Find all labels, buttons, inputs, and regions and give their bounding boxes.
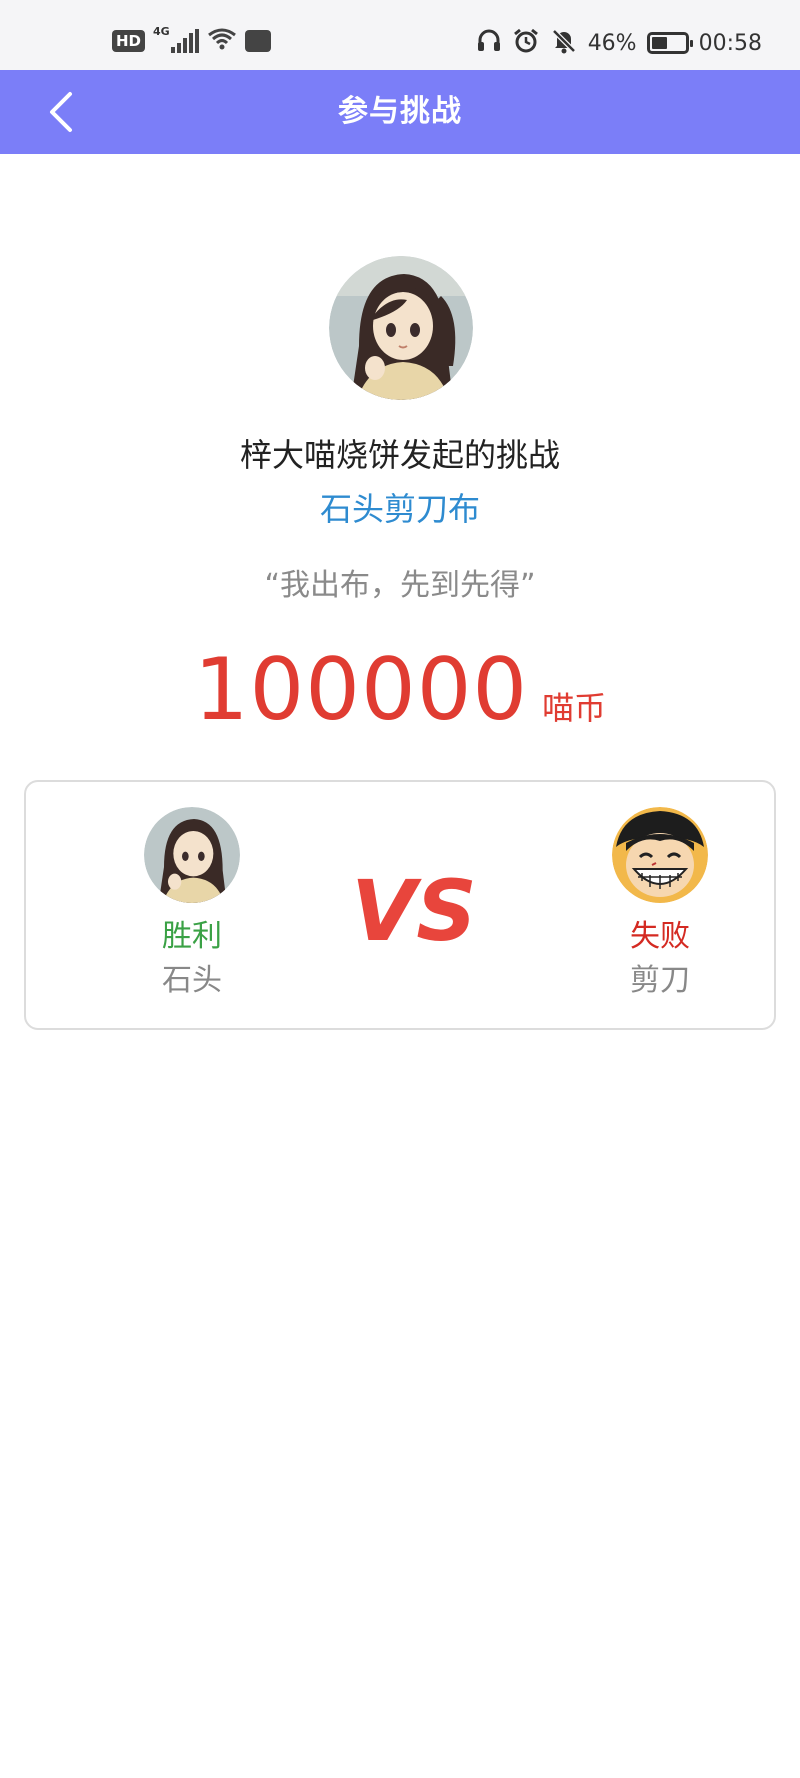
challenge-page: HD 4G 46% 00:58 参与挑战 梓大喵烧饼发起的挑战 石头剪刀布 “我…: [0, 0, 800, 1778]
vs-label: VS: [351, 862, 477, 960]
network-type-label: 4G: [153, 25, 170, 38]
status-bar: HD 4G 46% 00:58: [0, 0, 800, 70]
player-right-move: 剪刀: [630, 963, 690, 998]
game-name[interactable]: 石头剪刀布: [0, 484, 800, 530]
player-left-avatar: [144, 807, 240, 903]
hd-icon: HD: [112, 30, 146, 52]
status-right: 46% 00:58: [476, 26, 762, 60]
battery-percent: 46%: [587, 30, 637, 56]
versus-card: 胜利 石头 VS 失败 剪刀: [24, 780, 776, 1030]
stake-unit: 喵币: [542, 689, 607, 727]
vs-logo: VS: [351, 862, 477, 960]
challenger-line: 梓大喵烧饼发起的挑战: [239, 436, 560, 474]
alarm-icon: [512, 27, 540, 59]
signal-icon: 4G: [153, 25, 200, 53]
player-left-result: 胜利: [162, 919, 222, 954]
mute-bell-icon: [550, 27, 578, 59]
status-left: HD 4G: [112, 25, 272, 56]
stake-amount: 100000: [193, 640, 529, 740]
huawei-share-icon: [245, 30, 272, 52]
player-left: 胜利 石头: [112, 807, 272, 999]
challenger-avatar: [329, 256, 473, 400]
player-right-avatar: [612, 807, 708, 903]
challenge-quote: “我出布，先到先得”: [264, 568, 536, 603]
player-right: 失败 剪刀: [580, 807, 740, 999]
page-title: 参与挑战: [338, 94, 462, 129]
wifi-icon: [207, 27, 237, 55]
battery-icon: [646, 32, 693, 54]
headphones-icon: [476, 28, 502, 58]
player-right-result: 失败: [630, 919, 690, 954]
nav-bar: 参与挑战: [0, 70, 800, 154]
player-left-move: 石头: [162, 963, 222, 998]
clock: 00:58: [698, 30, 762, 56]
stake: 100000 喵币: [0, 640, 800, 740]
